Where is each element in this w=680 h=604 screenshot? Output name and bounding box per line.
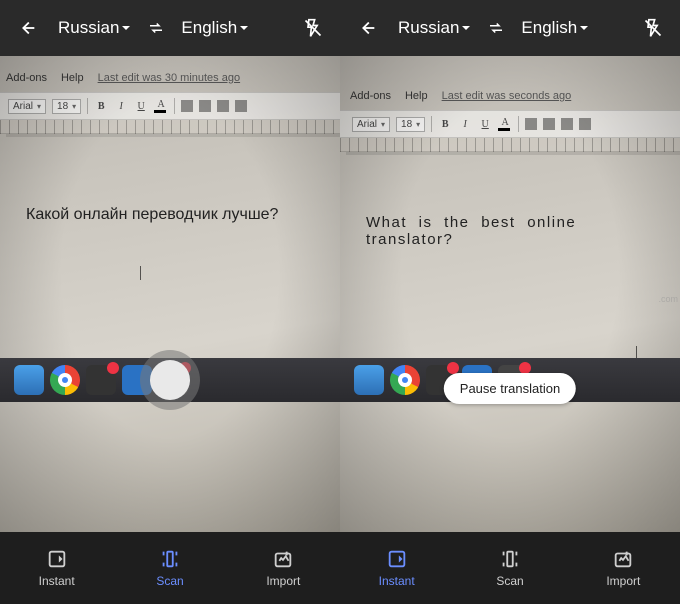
source-language-label: Russian [58, 18, 119, 38]
left-screenshot: Russian English Add-ons Help Last edit w… [0, 0, 340, 604]
camera-viewport: Add-ons Help Last edit was seconds ago A… [340, 56, 680, 532]
underline-icon: U [478, 119, 492, 130]
nav-scan-label: Scan [496, 574, 523, 588]
menu-help: Help [61, 72, 84, 84]
document-text: What is the best online translator? [366, 214, 660, 248]
nav-instant[interactable]: Instant [0, 532, 113, 604]
bold-icon: B [438, 119, 452, 130]
doc-menu: Add-ons Help Last edit was 30 minutes ag… [6, 72, 340, 84]
text-color-icon: A [498, 117, 512, 131]
target-language-label: English [521, 18, 577, 38]
swap-languages-icon[interactable] [481, 7, 511, 49]
finder-icon [354, 365, 384, 395]
flash-off-icon[interactable] [292, 7, 334, 49]
nav-scan[interactable]: Scan [113, 532, 226, 604]
size-select: 18 [52, 99, 81, 114]
target-language-label: English [181, 18, 237, 38]
doc-toolbar: Arial 18 B I U A [340, 110, 680, 138]
back-icon[interactable] [6, 7, 48, 49]
finder-icon [14, 365, 44, 395]
nav-instant-label: Instant [39, 574, 75, 588]
last-edit-text: Last edit was 30 minutes ago [98, 72, 240, 84]
italic-icon: I [458, 119, 472, 130]
toolbar-misc-icon [217, 100, 229, 112]
toolbar-misc-icon [561, 118, 573, 130]
document-text: Какой онлайн переводчик лучше? [26, 206, 320, 224]
toolbar-misc-icon [579, 118, 591, 130]
nav-import-label: Import [606, 574, 640, 588]
right-screenshot: Russian English Add-ons Help Last edit w… [340, 0, 680, 604]
swap-languages-icon[interactable] [141, 7, 171, 49]
camera-viewport: Add-ons Help Last edit was 30 minutes ag… [0, 56, 340, 532]
toolbar-misc-icon [235, 100, 247, 112]
app-icon [86, 365, 116, 395]
bold-icon: B [94, 101, 108, 112]
doc-menu: Add-ons Help Last edit was seconds ago [350, 90, 680, 102]
capture-button[interactable] [140, 350, 200, 410]
bottom-nav: Instant Scan Import [0, 532, 340, 604]
underline-icon: U [134, 101, 148, 112]
font-select: Arial [352, 117, 390, 132]
menu-addons: Add-ons [6, 72, 47, 84]
nav-scan[interactable]: Scan [453, 532, 566, 604]
target-language[interactable]: English [515, 18, 595, 38]
toolbar-misc-icon [543, 118, 555, 130]
text-color-icon: A [154, 99, 168, 113]
last-edit-text: Last edit was seconds ago [442, 90, 572, 102]
source-language-label: Russian [398, 18, 459, 38]
menu-addons: Add-ons [350, 90, 391, 102]
top-bar: Russian English [0, 0, 340, 56]
watermark: .com [658, 294, 678, 304]
nav-import[interactable]: Import [227, 532, 340, 604]
chrome-icon [50, 365, 80, 395]
nav-instant[interactable]: Instant [340, 532, 453, 604]
nav-import-label: Import [266, 574, 300, 588]
top-bar: Russian English [340, 0, 680, 56]
chrome-icon [390, 365, 420, 395]
pause-translation-button[interactable]: Pause translation [444, 373, 576, 404]
text-cursor-icon [140, 266, 141, 280]
nav-scan-label: Scan [156, 574, 183, 588]
ruler [0, 120, 340, 134]
ruler [340, 138, 680, 152]
pause-translation-label: Pause translation [460, 381, 560, 396]
bottom-nav: Instant Scan Import [340, 532, 680, 604]
source-language[interactable]: Russian [392, 18, 477, 38]
nav-import[interactable]: Import [567, 532, 680, 604]
nav-instant-label: Instant [379, 574, 415, 588]
font-select: Arial [8, 99, 46, 114]
italic-icon: I [114, 101, 128, 112]
doc-toolbar: Arial 18 B I U A [0, 92, 340, 120]
toolbar-misc-icon [181, 100, 193, 112]
flash-off-icon[interactable] [632, 7, 674, 49]
target-language[interactable]: English [175, 18, 255, 38]
toolbar-misc-icon [199, 100, 211, 112]
source-language[interactable]: Russian [52, 18, 137, 38]
menu-help: Help [405, 90, 428, 102]
toolbar-misc-icon [525, 118, 537, 130]
size-select: 18 [396, 117, 425, 132]
back-icon[interactable] [346, 7, 388, 49]
